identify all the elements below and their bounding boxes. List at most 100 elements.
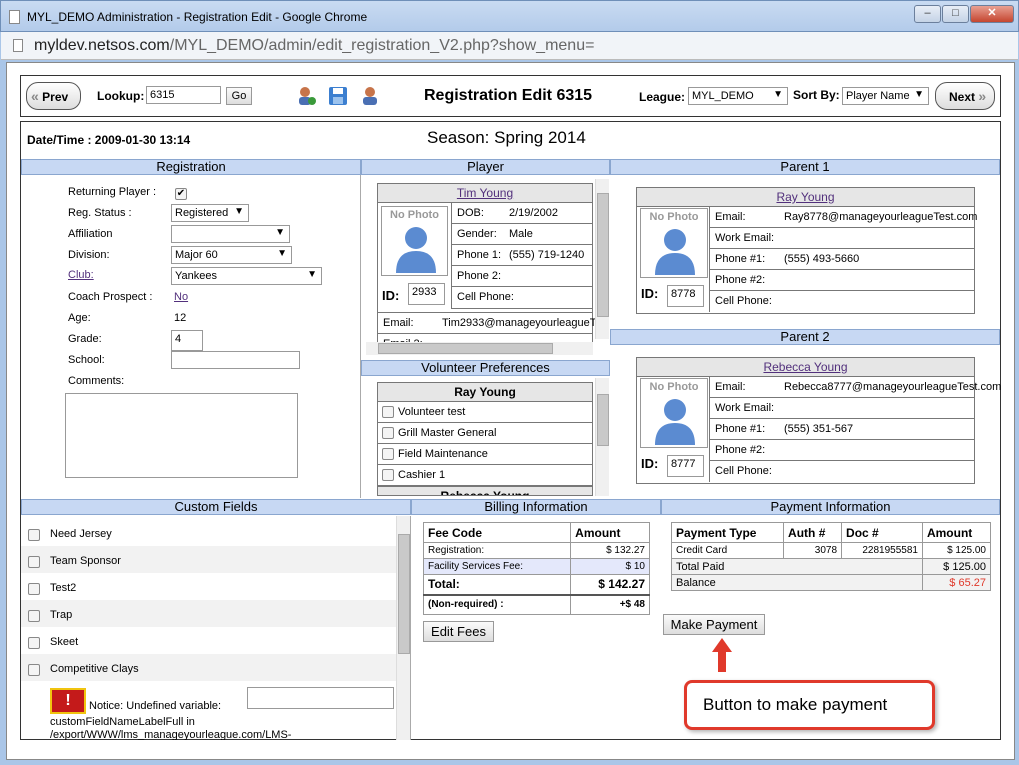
volunteer-checkbox[interactable] xyxy=(382,448,394,460)
player-name-link[interactable]: Tim Young xyxy=(457,186,513,200)
custom-field-checkbox[interactable] xyxy=(28,556,40,568)
add-user-icon[interactable] xyxy=(296,86,316,106)
returning-label: Returning Player : xyxy=(68,186,157,198)
club-link[interactable]: Club: xyxy=(68,269,94,281)
prev-button[interactable]: « Prev xyxy=(26,82,81,110)
custom-field-row: Need Jersey xyxy=(21,519,396,546)
notice-text-2: customFieldNameLabelFull in xyxy=(50,716,195,728)
toolbar: « Prev Lookup: 6315 Go Registration Edit… xyxy=(20,75,1001,117)
age-value: 12 xyxy=(174,312,187,324)
window-title: MYL_DEMO Administration - Registration E… xyxy=(27,10,368,24)
scroll-thumb[interactable] xyxy=(597,193,609,317)
parent1-id-input[interactable]: 8778 xyxy=(667,285,704,307)
chevron-down-icon: ▼ xyxy=(277,248,287,259)
sort-by-select[interactable]: Player Name ▼ xyxy=(842,87,929,105)
club-select[interactable]: Yankees ▼ xyxy=(171,267,322,285)
cell-phone-row: Cell Phone: xyxy=(715,465,772,477)
save-icon[interactable] xyxy=(328,86,348,106)
comments-textarea[interactable] xyxy=(65,393,298,478)
player-id-input[interactable]: 2933 xyxy=(408,283,445,305)
volunteer-header: Volunteer Preferences xyxy=(361,360,610,376)
work-email-row: Work Email: xyxy=(710,398,975,419)
custom-field-row: Team Sponsor xyxy=(21,546,396,573)
phone1-row: Phone 1: (555) 719-1240 xyxy=(452,245,593,266)
hscroll-thumb[interactable] xyxy=(378,343,553,354)
custom-field-input[interactable] xyxy=(247,687,394,709)
scroll-thumb[interactable] xyxy=(597,394,609,446)
school-input[interactable] xyxy=(171,351,300,369)
volunteer-checkbox[interactable] xyxy=(382,469,394,481)
parent2-id-input[interactable]: 8777 xyxy=(667,455,704,477)
affiliation-select[interactable]: ▼ xyxy=(171,225,290,243)
custom-field-checkbox[interactable] xyxy=(28,583,40,595)
volunteer-item[interactable]: Cashier 1 xyxy=(378,465,592,486)
phone2-row: Phone #2: xyxy=(710,270,975,291)
custom-field-checkbox[interactable] xyxy=(28,610,40,622)
double-left-arrow-icon: « xyxy=(31,88,39,104)
warning-icon: ! xyxy=(50,688,86,714)
maximize-button[interactable]: □ xyxy=(942,5,969,23)
grade-input[interactable]: 4 xyxy=(171,330,203,351)
player-scrollbar[interactable] xyxy=(595,179,609,339)
volunteer-checkbox[interactable] xyxy=(382,427,394,439)
make-payment-button[interactable]: Make Payment xyxy=(663,614,765,635)
parent2-name-link[interactable]: Rebecca Young xyxy=(763,360,847,374)
address-bar[interactable]: myldev.netsos.com/MYL_DEMO/admin/edit_re… xyxy=(1,32,1018,60)
edit-fees-button[interactable]: Edit Fees xyxy=(423,621,494,642)
notice-text-3: /export/WWW/lms_manageyourleague.com/LMS… xyxy=(50,729,292,740)
url-text[interactable]: myldev.netsos.com/MYL_DEMO/admin/edit_re… xyxy=(34,37,594,55)
callout-box: Button to make payment xyxy=(684,680,935,730)
registration-panel: Returning Player : ✔ Reg. Status : Regis… xyxy=(21,175,361,498)
balance-row: Balance $ 65.27 xyxy=(671,574,992,591)
parent1-name-header: Ray Young xyxy=(637,188,974,207)
dob-row: DOB: 2/19/2002 xyxy=(452,203,593,224)
close-button[interactable]: ✕ xyxy=(970,5,1014,23)
league-select[interactable]: MYL_DEMO ▼ xyxy=(688,87,788,105)
comments-label: Comments: xyxy=(68,375,125,387)
player-header: Player xyxy=(361,159,610,175)
window-titlebar: MYL_DEMO Administration - Registration E… xyxy=(0,0,1019,32)
coach-link[interactable]: No xyxy=(174,291,188,303)
parent1-name-link[interactable]: Ray Young xyxy=(776,190,834,204)
volunteer-item[interactable]: Field Maintenance xyxy=(378,444,592,465)
custom-fields-header: Custom Fields xyxy=(21,499,411,515)
volunteer-checkbox[interactable] xyxy=(382,406,394,418)
volunteer-scrollbar[interactable] xyxy=(595,378,609,496)
returning-checkbox[interactable]: ✔ xyxy=(175,188,187,200)
user-icon[interactable] xyxy=(360,86,380,106)
lookup-input[interactable]: 6315 xyxy=(146,86,221,104)
chevron-down-icon: ▼ xyxy=(773,89,783,100)
person-silhouette-icon xyxy=(396,227,436,273)
phone1-row: Phone #1: (555) 493-5660 xyxy=(710,249,975,270)
status-select[interactable]: Registered ▼ xyxy=(171,204,249,222)
scroll-thumb[interactable] xyxy=(398,534,410,654)
chevron-down-icon: ▼ xyxy=(914,89,924,100)
school-label: School: xyxy=(68,354,105,366)
go-button[interactable]: Go xyxy=(226,87,252,105)
parent1-photo: No Photo xyxy=(640,208,708,278)
amount-header: Amount xyxy=(570,522,650,543)
custom-field-checkbox[interactable] xyxy=(28,664,40,676)
phone1-row: Phone #1: (555) 351-567 xyxy=(710,419,975,440)
table-row: Credit Card 3078 2281955581 $ 125.00 xyxy=(670,542,992,559)
parent1-header: Parent 1 xyxy=(610,159,1000,175)
player-panel: Tim Young No Photo ID: 2933 DOB: 2/19/200… xyxy=(361,175,610,358)
amount-header: Amount xyxy=(921,522,992,543)
division-select[interactable]: Major 60 ▼ xyxy=(171,246,292,264)
payment-header: Payment Information xyxy=(661,499,1000,515)
next-button[interactable]: Next » xyxy=(935,82,995,110)
minimize-button[interactable]: – xyxy=(914,5,941,23)
custom-field-checkbox[interactable] xyxy=(28,637,40,649)
registration-header: Registration xyxy=(21,159,361,175)
volunteer-item[interactable]: Grill Master General xyxy=(378,423,592,444)
volunteer-item[interactable]: Volunteer test xyxy=(378,402,592,423)
player-hscrollbar[interactable] xyxy=(366,342,593,355)
custom-fields-scrollbar[interactable] xyxy=(396,516,410,740)
total-paid-row: Total Paid $ 125.00 xyxy=(671,558,992,575)
table-row: Registration: $ 132.27 xyxy=(422,542,650,559)
custom-field-row: Test2 xyxy=(21,573,396,600)
person-silhouette-icon xyxy=(655,229,695,275)
custom-field-checkbox[interactable] xyxy=(28,529,40,541)
affiliation-label: Affiliation xyxy=(68,228,113,240)
parent2-photo: No Photo xyxy=(640,378,708,448)
